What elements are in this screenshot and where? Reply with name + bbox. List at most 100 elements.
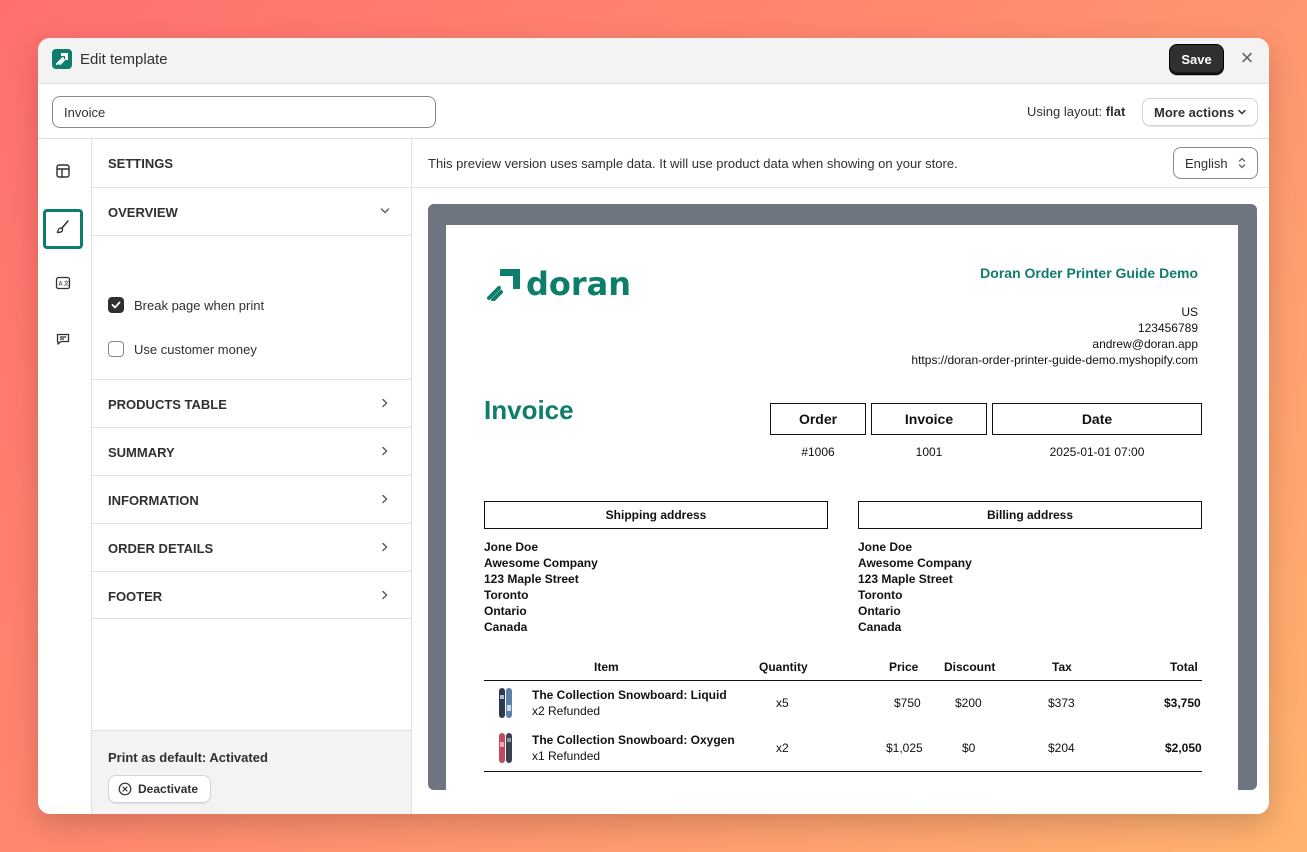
section-order-details[interactable]: ORDER DETAILS xyxy=(92,523,411,571)
address-line: Ontario xyxy=(858,604,901,618)
table-header-rule xyxy=(484,680,1202,681)
rail-item-translations[interactable]: A文 xyxy=(43,265,83,305)
th-price: Price xyxy=(889,660,919,674)
language-value: English xyxy=(1185,155,1228,171)
shop-url: https://doran-order-printer-guide-demo.m… xyxy=(911,353,1198,367)
address-line: Canada xyxy=(858,620,902,634)
layout-value: flat xyxy=(1105,104,1126,119)
address-line: Awesome Company xyxy=(858,556,972,570)
address-line: 123 Maple Street xyxy=(858,572,953,586)
preview-note: This preview version uses sample data. I… xyxy=(428,156,958,171)
address-line: Toronto xyxy=(484,588,529,602)
section-label: SUMMARY xyxy=(108,445,175,460)
th-item: Item xyxy=(594,660,619,674)
shop-info: US 123456789 andrew@doran.app https://do… xyxy=(911,304,1198,368)
meta-invoice-value: 1001 xyxy=(915,445,943,459)
meta-header-order: Order xyxy=(770,403,866,435)
th-total: Total xyxy=(1170,660,1198,674)
chevron-right-icon xyxy=(378,588,392,607)
section-overview[interactable]: OVERVIEW xyxy=(92,187,411,235)
circle-x-icon xyxy=(118,782,132,796)
print-default-status: Print as default: Activated xyxy=(108,750,268,765)
close-icon[interactable]: × xyxy=(1237,47,1257,69)
chevron-down-icon xyxy=(1236,106,1248,121)
section-summary[interactable]: SUMMARY xyxy=(92,427,411,475)
title-bar: Edit template Save × xyxy=(38,38,1269,84)
address-line: Jone Doe xyxy=(484,540,539,554)
meta-header-date: Date xyxy=(992,403,1202,435)
checkbox-checked-icon[interactable] xyxy=(108,297,124,313)
address-line: Toronto xyxy=(858,588,903,602)
edit-template-window: Edit template Save × Using layout: flat … xyxy=(38,38,1269,814)
chat-icon xyxy=(55,331,71,352)
preview-canvas[interactable]: doran Doran Order Printer Guide Demo US … xyxy=(428,204,1257,790)
preview-header: This preview version uses sample data. I… xyxy=(412,139,1269,188)
product-refund: x1 Refunded xyxy=(532,749,601,763)
shop-name: Doran Order Printer Guide Demo xyxy=(980,265,1198,281)
section-information[interactable]: INFORMATION xyxy=(92,475,411,523)
address-line: Ontario xyxy=(484,604,527,618)
settings-heading: SETTINGS xyxy=(108,156,174,171)
cell-tax: $373 xyxy=(1048,696,1075,710)
cell-quantity: x5 xyxy=(776,696,789,710)
shop-email: andrew@doran.app xyxy=(1092,337,1198,351)
select-arrows-icon xyxy=(1237,156,1247,173)
svg-text:文: 文 xyxy=(64,279,70,287)
meta-order-value: #1006 xyxy=(801,445,835,459)
section-overview-label: OVERVIEW xyxy=(108,205,178,220)
invoice-title: Invoice xyxy=(484,395,574,425)
invoice-paper: doran Doran Order Printer Guide Demo US … xyxy=(446,225,1238,790)
cell-price: $1,025 xyxy=(886,741,923,755)
print-default-footer: Print as default: Activated Deactivate xyxy=(92,730,411,814)
cell-discount: $0 xyxy=(962,741,976,755)
cell-tax: $204 xyxy=(1048,741,1075,755)
save-button[interactable]: Save xyxy=(1169,44,1224,75)
section-footer[interactable]: FOOTER xyxy=(92,571,411,619)
meta-date-value: 2025-01-01 07:00 xyxy=(1049,445,1145,459)
app-logo-icon xyxy=(52,49,72,69)
product-thumbnail xyxy=(498,732,514,764)
th-tax: Tax xyxy=(1052,660,1072,674)
preview-pane: This preview version uses sample data. I… xyxy=(412,139,1269,814)
section-products-table[interactable]: PRODUCTS TABLE xyxy=(92,379,411,427)
address-line: 123 Maple Street xyxy=(484,572,579,586)
template-name-input[interactable] xyxy=(52,96,436,128)
cell-discount: $200 xyxy=(955,696,982,710)
section-label: PRODUCTS TABLE xyxy=(108,397,227,412)
shipping-address-heading: Shipping address xyxy=(484,501,828,529)
th-discount: Discount xyxy=(944,660,996,674)
deactivate-button[interactable]: Deactivate xyxy=(108,775,211,803)
rail-item-feedback[interactable] xyxy=(43,321,83,361)
product-thumbnail xyxy=(498,687,514,719)
chevron-down-icon xyxy=(378,204,392,223)
settings-panel: SETTINGS OVERVIEW Break page when print … xyxy=(92,139,412,814)
language-select[interactable]: English xyxy=(1173,147,1258,179)
window-title: Edit template xyxy=(80,51,168,68)
billing-address-heading: Billing address xyxy=(858,501,1202,529)
section-label: INFORMATION xyxy=(108,493,199,508)
product-name: The Collection Snowboard: Oxygen xyxy=(532,733,735,747)
shop-phone: 123456789 xyxy=(1137,321,1198,335)
product-refund: x2 Refunded xyxy=(532,704,601,718)
more-actions-button[interactable]: More actions xyxy=(1142,98,1258,126)
option-customer-money[interactable]: Use customer money xyxy=(108,339,257,359)
layout-indicator: Using layout: flat xyxy=(1027,104,1125,119)
translate-icon: A文 xyxy=(55,275,71,296)
checkbox-unchecked-icon[interactable] xyxy=(108,341,124,357)
address-line: Jone Doe xyxy=(858,540,913,554)
rail-item-style[interactable] xyxy=(43,209,83,249)
toolbar: Using layout: flat More actions xyxy=(38,84,1269,139)
more-actions-label: More actions xyxy=(1154,104,1235,120)
option-customer-money-label: Use customer money xyxy=(134,341,257,357)
layout-icon xyxy=(55,163,71,184)
rail-item-layout[interactable] xyxy=(43,153,83,193)
chevron-right-icon xyxy=(378,396,392,415)
brush-icon xyxy=(55,219,71,240)
icon-rail: A文 xyxy=(38,139,92,814)
option-break-page[interactable]: Break page when print xyxy=(108,295,264,315)
option-break-page-label: Break page when print xyxy=(134,297,265,313)
cell-total: $2,050 xyxy=(1165,741,1202,755)
table-bottom-rule xyxy=(484,771,1202,772)
deactivate-label: Deactivate xyxy=(138,782,199,796)
chevron-right-icon xyxy=(378,444,392,463)
